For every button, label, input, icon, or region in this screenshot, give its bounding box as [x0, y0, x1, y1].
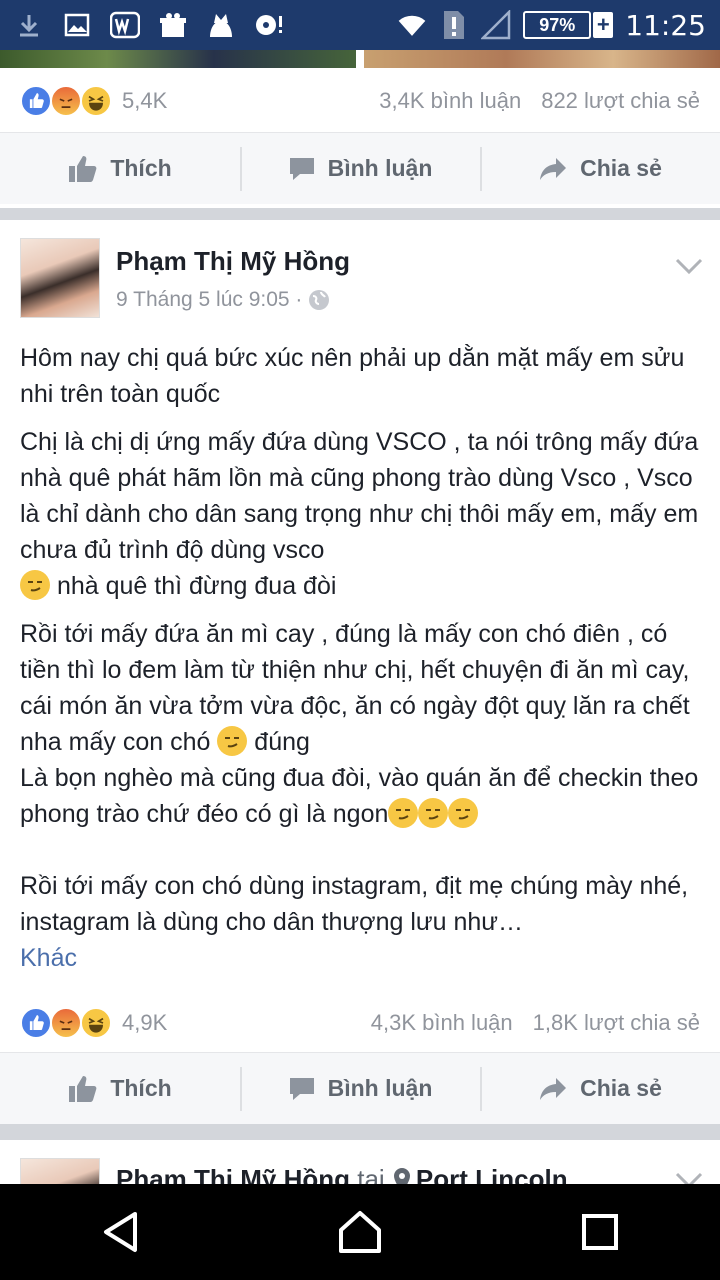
- post-body: Hôm nay chị quá bức xúc nên phải up dằn …: [20, 340, 710, 988]
- paragraph-5: Rồi tới mấy con chó dùng instagram, địt …: [20, 872, 689, 972]
- reaction-count[interactable]: 5,4K: [122, 88, 167, 114]
- location-pin-icon: [393, 1167, 410, 1184]
- comment-label: Bình luận: [327, 1075, 433, 1101]
- like-label: Thích: [110, 1075, 172, 1101]
- paragraph-2: Chị là chị dị ứng mấy đứa dùng VSCO , ta…: [20, 428, 699, 600]
- smirk-emoji-icon: [418, 798, 449, 828]
- status-bar: 97% + 11:25: [0, 0, 720, 50]
- battery-icon: 97% +: [523, 11, 614, 39]
- wifi-icon: [397, 10, 427, 40]
- previous-post-photo-right[interactable]: [364, 50, 720, 68]
- location-connector: tại: [350, 1164, 392, 1184]
- back-button[interactable]: [80, 1192, 160, 1272]
- haha-reaction-icon: [80, 85, 112, 117]
- reaction-icons[interactable]: [20, 1007, 112, 1039]
- thumbs-up-icon: [69, 155, 97, 182]
- avatar[interactable]: [20, 1158, 100, 1184]
- author-name[interactable]: Phạm Thị Mỹ Hồng: [116, 1164, 350, 1184]
- post-3: Phạm Thị Mỹ Hồng tại Port Lincoln: [0, 1140, 720, 1184]
- comment-count[interactable]: 4,3K bình luận: [371, 1010, 513, 1036]
- gift-icon: [158, 10, 188, 40]
- thumbs-up-icon: [69, 1075, 97, 1102]
- share-arrow-icon: [540, 1077, 567, 1100]
- comment-count[interactable]: 3,4K bình luận: [379, 88, 521, 114]
- post-1-action-bar: Thích Bình luận Chia sẻ: [0, 132, 720, 204]
- like-button[interactable]: Thích: [0, 133, 240, 204]
- like-reaction-icon: [20, 1007, 52, 1039]
- reaction-icons[interactable]: [20, 85, 112, 117]
- angry-reaction-icon: [50, 1007, 82, 1039]
- post-2: Phạm Thị Mỹ Hồng 9 Tháng 5 lúc 9:05 · Hô…: [0, 220, 720, 1124]
- post-1-stats: 5,4K 3,4K bình luận 822 lượt chia sẻ: [0, 70, 720, 132]
- share-count[interactable]: 1,8K lượt chia sẻ: [533, 1010, 700, 1036]
- location-name[interactable]: Port Lincoln: [416, 1164, 568, 1184]
- like-button[interactable]: Thích: [0, 1053, 240, 1124]
- post-2-stats: 4,9K 4,3K bình luận 1,8K lượt chia sẻ: [0, 992, 720, 1054]
- battery-percent: 97%: [523, 11, 592, 39]
- signal-icon: [481, 10, 511, 40]
- comment-bubble-icon: [289, 1077, 314, 1100]
- angry-reaction-icon: [50, 85, 82, 117]
- word-app-icon: [110, 10, 140, 40]
- chevron-down-icon[interactable]: [674, 256, 704, 276]
- feed-divider: [0, 208, 720, 220]
- author-name[interactable]: Phạm Thị Mỹ Hồng: [116, 246, 350, 277]
- screen: 97% + 11:25 5,4K 3,4K bình luận 822 lượt…: [0, 0, 720, 1280]
- image-icon: [62, 10, 92, 40]
- share-label: Chia sẻ: [580, 155, 662, 181]
- battery-charging-plus: +: [593, 12, 614, 38]
- smirk-emoji-icon: [20, 570, 50, 600]
- share-count[interactable]: 822 lượt chia sẻ: [541, 88, 700, 114]
- avatar[interactable]: [20, 238, 100, 318]
- share-label: Chia sẻ: [580, 1075, 662, 1101]
- paragraph-3: Rồi tới mấy đứa ăn mì cay , đúng là mấy …: [20, 620, 699, 828]
- cat-app-icon: [206, 10, 236, 40]
- alert-sim-icon: [439, 10, 469, 40]
- post-2-action-bar: Thích Bình luận Chia sẻ: [0, 1052, 720, 1124]
- smirk-emoji-icon: [388, 798, 419, 828]
- comment-button[interactable]: Bình luận: [240, 133, 480, 204]
- back-triangle-icon: [104, 1212, 137, 1252]
- previous-post-photo-left[interactable]: [0, 50, 356, 68]
- comment-button[interactable]: Bình luận: [240, 1053, 480, 1124]
- haha-reaction-icon: [80, 1007, 112, 1039]
- reaction-count[interactable]: 4,9K: [122, 1010, 167, 1036]
- like-label: Thích: [110, 155, 172, 181]
- post-timestamp[interactable]: 9 Tháng 5 lúc 9:05 ·: [116, 288, 302, 312]
- share-arrow-icon: [540, 157, 567, 180]
- feed-divider: [0, 1124, 720, 1140]
- globe-icon: [309, 290, 330, 310]
- comment-bubble-icon: [289, 157, 314, 180]
- home-icon: [339, 1211, 381, 1253]
- share-button[interactable]: Chia sẻ: [480, 1053, 720, 1124]
- paragraph-1: Hôm nay chị quá bức xúc nên phải up dằn …: [20, 344, 685, 408]
- comment-label: Bình luận: [327, 155, 433, 181]
- like-reaction-icon: [20, 85, 52, 117]
- share-button[interactable]: Chia sẻ: [480, 133, 720, 204]
- home-button[interactable]: [320, 1192, 400, 1272]
- record-icon: [254, 10, 284, 40]
- post-3-header: Phạm Thị Mỹ Hồng tại Port Lincoln: [116, 1164, 568, 1184]
- post-1-footer: 5,4K 3,4K bình luận 822 lượt chia sẻ Thí…: [0, 68, 720, 208]
- download-icon: [14, 10, 44, 40]
- smirk-emoji-icon: [217, 726, 248, 756]
- post-meta: 9 Tháng 5 lúc 9:05 ·: [116, 288, 330, 312]
- chevron-down-icon[interactable]: [674, 1170, 704, 1184]
- clock: 11:25: [625, 8, 706, 42]
- recents-button[interactable]: [560, 1192, 640, 1272]
- recents-square-icon: [582, 1214, 618, 1250]
- see-more-link[interactable]: Khác: [20, 944, 77, 972]
- previous-post-photos: [0, 50, 720, 68]
- smirk-emoji-icon: [448, 798, 479, 828]
- system-navigation-bar: [0, 1184, 720, 1280]
